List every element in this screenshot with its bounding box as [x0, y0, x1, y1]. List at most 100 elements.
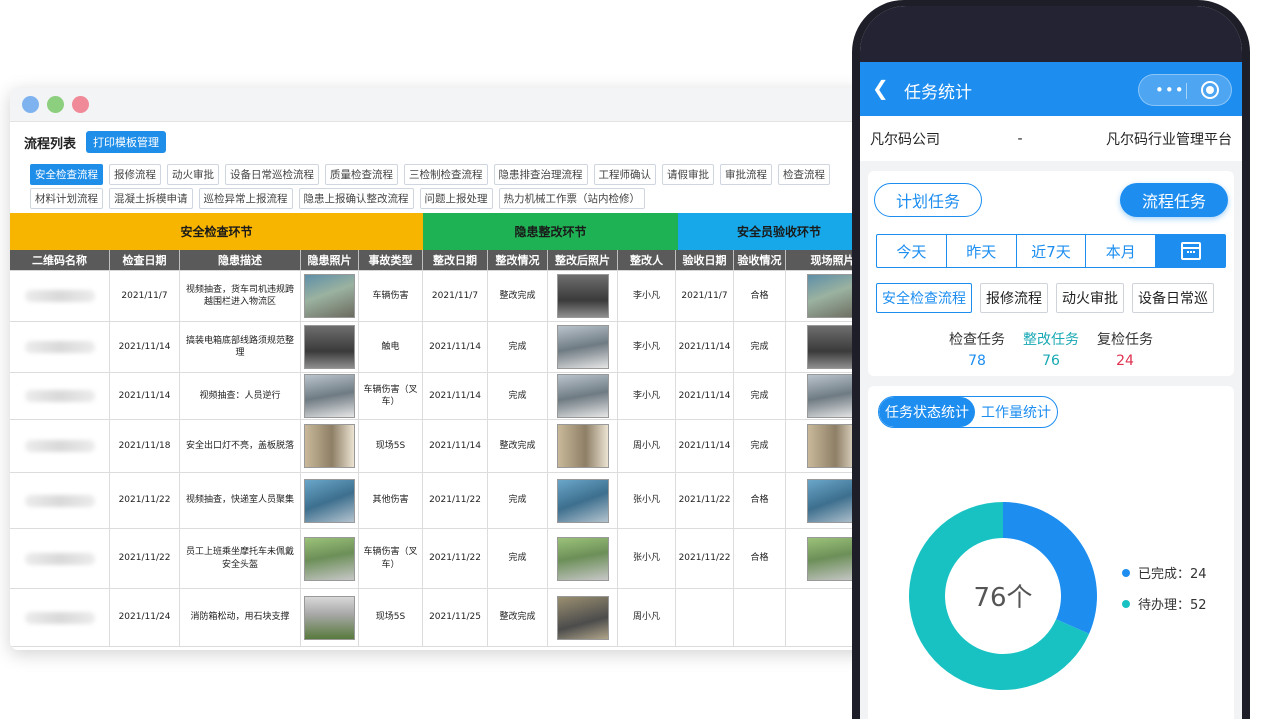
more-dots-icon[interactable]: ••• — [1155, 81, 1185, 99]
cell-accept-status: 完成 — [734, 420, 786, 472]
process-chip[interactable]: 审批流程 — [720, 164, 772, 185]
process-chip[interactable]: 工程师确认 — [593, 164, 656, 185]
process-chip[interactable]: 材料计划流程 — [30, 188, 103, 209]
table-row[interactable]: 2021/11/14 搞装电箱底部线路须规范整理 触电 2021/11/14 完成 李小凡… — [10, 322, 880, 373]
cell-hazard-desc: 员工上班乘坐摩托车未佩戴安全头盔 — [180, 529, 301, 588]
photo-thumbnail[interactable] — [304, 325, 355, 369]
column-header[interactable]: 验收情况 — [734, 250, 786, 270]
back-arrow-icon[interactable]: ❮ — [872, 76, 894, 100]
range-last7days[interactable]: 近7天 — [1017, 235, 1087, 267]
process-chip[interactable]: 报修流程 — [109, 164, 161, 185]
stat-check-task[interactable]: 检查任务 78 — [949, 329, 1005, 369]
photo-thumbnail[interactable] — [556, 424, 609, 468]
legend-done[interactable]: 已完成：24 — [1122, 563, 1207, 582]
photo-thumbnail[interactable] — [304, 595, 355, 640]
cell-accept-status: 完成 — [734, 373, 786, 419]
process-chip[interactable]: 隐患排查治理流程 — [493, 164, 588, 185]
photo-thumbnail[interactable] — [556, 478, 609, 523]
table-row[interactable]: 2021/11/22 视频抽查，快递室人员聚集 其他伤害 2021/11/22 完成 张小… — [10, 473, 880, 529]
photo-thumbnail[interactable] — [304, 536, 355, 581]
column-header[interactable]: 整改后照片 — [548, 250, 618, 270]
photo-thumbnail[interactable] — [806, 274, 859, 318]
platform-name[interactable]: 凡尔码行业管理平台 — [1050, 129, 1232, 149]
cell-qr-name — [10, 322, 110, 372]
process-chip[interactable]: 检查流程 — [778, 164, 830, 185]
column-header[interactable]: 检查日期 — [110, 250, 180, 270]
column-header[interactable]: 整改情况 — [488, 250, 548, 270]
process-task-button[interactable]: 流程任务 — [1120, 183, 1228, 217]
window-maximize-button[interactable] — [47, 96, 64, 113]
cell-fix-date: 2021/11/14 — [423, 420, 488, 472]
process-chip[interactable]: 巡检异常上报流程 — [198, 188, 293, 209]
flow-tab[interactable]: 动火审批 — [1056, 283, 1124, 313]
table-row[interactable]: 2021/11/22 员工上班乘坐摩托车未佩戴安全头盔 车辆伤害（叉车） 2021/1… — [10, 529, 880, 589]
column-header[interactable]: 隐患照片 — [301, 250, 359, 270]
cell-hazard-desc: 视频抽查：人员逆行 — [180, 373, 301, 419]
column-header[interactable]: 验收日期 — [676, 250, 734, 270]
table-row[interactable]: 2021/11/24 消防箱松动，用石块支撑 现场5S 2021/11/25 整改完成 周… — [10, 589, 880, 647]
window-close-button[interactable] — [72, 96, 89, 113]
process-chip[interactable]: 问题上报处理 — [419, 188, 493, 209]
photo-thumbnail[interactable] — [556, 536, 609, 581]
range-this-month[interactable]: 本月 — [1086, 235, 1157, 267]
photo-thumbnail[interactable] — [806, 478, 859, 523]
photo-thumbnail[interactable] — [556, 595, 609, 640]
print-template-button[interactable]: 打印模板管理 — [86, 131, 167, 153]
cell-fix-status: 完成 — [488, 529, 548, 588]
table-row[interactable]: 2021/11/14 视频抽查：人员逆行 车辆伤害（叉车） 2021/11/14 完成李… — [10, 373, 880, 420]
range-calendar[interactable] — [1156, 235, 1225, 267]
stat-recheck-task[interactable]: 复检任务 24 — [1097, 329, 1153, 369]
column-header[interactable]: 二维码名称 — [10, 250, 110, 270]
tab-task-status[interactable]: 任务状态统计 — [879, 397, 975, 427]
company-name[interactable]: 凡尔码公司 — [870, 129, 990, 149]
photo-thumbnail[interactable] — [304, 374, 355, 418]
table-row[interactable]: 2021/11/7 视频抽查，货车司机违规跨越围栏进入物流区 车辆伤害 2021/11… — [10, 271, 880, 322]
column-header[interactable]: 隐患描述 — [180, 250, 301, 270]
process-chip[interactable]: 热力机械工作票（站内检修） — [498, 188, 645, 209]
legend-pending[interactable]: 待办理：52 — [1122, 594, 1207, 613]
close-target-icon[interactable] — [1201, 81, 1219, 99]
process-chip[interactable]: 安全检查流程 — [30, 164, 103, 185]
column-header[interactable]: 整改人 — [618, 250, 676, 270]
range-today[interactable]: 今天 — [877, 235, 947, 267]
cell-check-date: 2021/11/22 — [110, 473, 180, 528]
photo-thumbnail[interactable] — [806, 374, 859, 418]
photo-thumbnail[interactable] — [556, 325, 609, 369]
donut-slice-0[interactable] — [1003, 502, 1097, 634]
process-chip[interactable]: 质量检查流程 — [325, 164, 398, 185]
process-chip[interactable]: 请假审批 — [662, 164, 714, 185]
cell-accident-type: 车辆伤害（叉车） — [359, 373, 423, 419]
process-chip[interactable]: 设备日常巡检流程 — [225, 164, 319, 185]
flow-tab[interactable]: 安全检查流程 — [876, 283, 972, 313]
table-row[interactable]: 2021/11/18 安全出口灯不亮，盖板脱落 现场5S 2021/11/14 整改完成… — [10, 420, 880, 473]
cell-accident-type: 车辆伤害 — [359, 271, 423, 321]
plan-task-button[interactable]: 计划任务 — [874, 183, 982, 217]
photo-thumbnail[interactable] — [806, 325, 859, 369]
stat-rectify-task[interactable]: 整改任务 76 — [1023, 329, 1079, 369]
photo-thumbnail[interactable] — [806, 536, 859, 581]
cell-fix-status: 完成 — [488, 473, 548, 528]
range-yesterday[interactable]: 昨天 — [947, 235, 1017, 267]
flow-tab[interactable]: 报修流程 — [980, 283, 1048, 313]
cell-accept-status: 合格 — [734, 271, 786, 321]
photo-thumbnail[interactable] — [304, 274, 355, 318]
section-safety-check: 安全检查环节 — [10, 213, 423, 250]
photo-thumbnail[interactable] — [304, 478, 355, 523]
cell-hazard-photo — [301, 271, 359, 321]
flow-tab[interactable]: 设备日常巡 — [1132, 283, 1214, 313]
process-chip[interactable]: 隐患上报确认整改流程 — [298, 188, 414, 209]
column-header[interactable]: 事故类型 — [359, 250, 423, 270]
photo-thumbnail[interactable] — [556, 274, 609, 318]
table-column-headers: 二维码名称 检查日期 隐患描述 隐患照片 事故类型 整改日期 整改情况 整改后照片 整改人 验收日… — [10, 250, 880, 271]
photo-thumbnail[interactable] — [806, 424, 859, 468]
process-chip[interactable]: 动火审批 — [167, 164, 219, 185]
process-chip[interactable]: 混凝土拆模申请 — [109, 188, 193, 209]
photo-thumbnail[interactable] — [304, 424, 355, 468]
column-header[interactable]: 整改日期 — [423, 250, 488, 270]
window-minimize-button[interactable] — [22, 96, 39, 113]
tab-workload[interactable]: 工作量统计 — [975, 397, 1057, 427]
photo-thumbnail[interactable] — [556, 374, 609, 418]
cell-check-date: 2021/11/22 — [110, 529, 180, 588]
process-chip[interactable]: 三检制检查流程 — [404, 164, 488, 185]
cell-accident-type: 触电 — [359, 322, 423, 372]
